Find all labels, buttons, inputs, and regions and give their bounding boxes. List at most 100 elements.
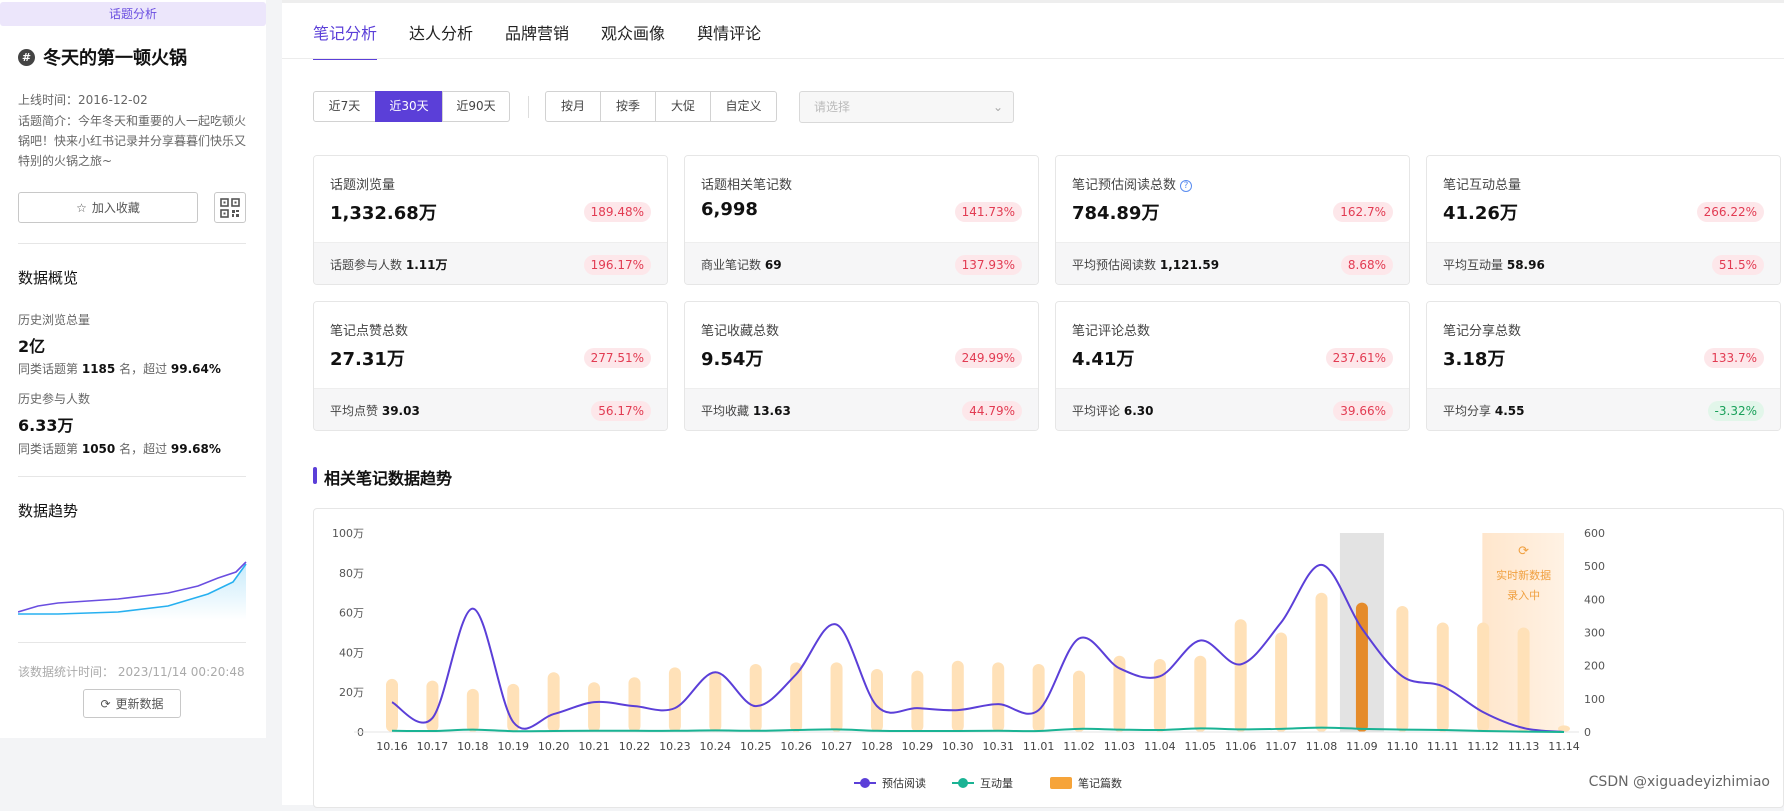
watermark: CSDN @xiguadeyizhimiao: [1588, 774, 1770, 790]
hist-views-label: 历史浏览总量: [18, 313, 91, 327]
bar-note-count: [1113, 655, 1126, 732]
x-axis-tick: 10.27: [821, 740, 853, 753]
metric-card: 话题浏览量 1,332.68万 189.48% 话题参与人数 1.11万 196.17%: [313, 155, 668, 285]
hashtag-icon: #: [18, 48, 35, 66]
legend-label: 预估阅读: [882, 776, 926, 790]
x-axis-tick: 11.13: [1508, 740, 1540, 753]
x-axis-tick: 10.22: [619, 740, 651, 753]
metric-card-top: 笔记评论总数 4.41万 237.61%: [1056, 302, 1409, 388]
section-title: 相关笔记数据趋势: [313, 465, 452, 489]
legend-marker: [860, 778, 870, 788]
select-placeholder: 请选择: [814, 100, 851, 114]
sub-metric-change-badge: 137.93%: [954, 255, 1022, 275]
metric-card-top: 话题浏览量 1,332.68万 189.48%: [314, 156, 667, 242]
add-favorite-button[interactable]: ☆ 加入收藏: [18, 192, 198, 223]
qr-code-button[interactable]: [214, 192, 246, 223]
divider: [18, 476, 246, 477]
left-axis-tick: 100万: [332, 527, 364, 540]
x-axis-tick: 10.30: [942, 740, 974, 753]
metric-card-bottom: 平均互动量 58.96 51.5%: [1427, 242, 1780, 284]
overview-title: 数据概览: [18, 269, 79, 287]
refresh-data-button[interactable]: ⟳ 更新数据: [83, 689, 181, 718]
x-axis-tick: 11.03: [1104, 740, 1136, 753]
custom-range-button[interactable]: 自定义: [710, 91, 777, 122]
range-segment: 近7天 近30天 近90天: [313, 91, 510, 122]
divider: [18, 642, 246, 643]
range-30d-button[interactable]: 近30天: [375, 91, 443, 122]
metric-card-bottom: 平均分享 4.55 -3.32%: [1427, 388, 1780, 430]
sub-metric: 平均点赞 39.03: [330, 404, 420, 418]
line-interactions: [391, 726, 1565, 733]
metric-change-badge: 162.7%: [1333, 202, 1393, 222]
bar-note-count: [1315, 592, 1328, 732]
tab-public-opinion[interactable]: 舆情评论: [697, 20, 761, 60]
sub-metric-change-badge: 51.5%: [1711, 255, 1764, 275]
promotion-button[interactable]: 大促: [655, 91, 711, 122]
x-axis-tick: 11.14: [1548, 740, 1580, 753]
tab-note-analysis[interactable]: 笔记分析: [313, 20, 378, 60]
stat-time: 该数据统计时间： 2023/11/14 00:20:48: [18, 665, 245, 679]
x-axis-tick: 11.01: [1023, 740, 1054, 753]
right-axis-tick: 100: [1584, 693, 1605, 706]
bar-note-count: [1073, 670, 1086, 732]
legend-label: 互动量: [980, 777, 1013, 790]
left-axis-tick: 20万: [339, 686, 364, 699]
topic-sidebar: 话题分析 # 冬天的第一顿火锅 上线时间：2016-12-02 话题简介：今年冬…: [0, 0, 266, 738]
x-axis-tick: 10.17: [417, 740, 449, 753]
add-favorite-label: 加入收藏: [91, 201, 140, 215]
help-icon[interactable]: ?: [1180, 180, 1193, 192]
x-axis-tick: 10.24: [700, 740, 732, 753]
sub-metric: 平均收藏 13.63: [701, 404, 791, 418]
metric-card-top: 笔记点赞总数 27.31万 277.51%: [314, 302, 667, 388]
topic-analysis-tag: 话题分析: [0, 2, 266, 26]
bar-note-count: [1396, 605, 1409, 732]
filter-divider: [528, 96, 529, 118]
sub-metric-change-badge: 196.17%: [583, 255, 651, 275]
tab-kol-analysis[interactable]: 达人分析: [409, 20, 473, 60]
bar-note-count: [951, 660, 964, 732]
legend-marker: [958, 778, 968, 788]
bar-note-count: [1234, 619, 1247, 732]
bar-note-count: [1275, 632, 1288, 732]
tab-audience-profile[interactable]: 观众画像: [601, 20, 665, 60]
range-90d-button[interactable]: 近90天: [442, 91, 510, 122]
sub-metric: 话题参与人数 1.11万: [330, 258, 448, 272]
right-axis-tick: 0: [1584, 726, 1591, 739]
metric-card-bottom: 平均收藏 13.63 44.79%: [685, 388, 1038, 430]
hist-people-label: 历史参与人数: [18, 392, 91, 406]
metric-card-top: 笔记收藏总数 9.54万 249.99%: [685, 302, 1038, 388]
trend-chart: ⟳实时新数据录入中020万40万60万80万100万01002003004005…: [332, 527, 1605, 790]
bar-note-count: [992, 662, 1005, 732]
realtime-note: 实时新数据: [1496, 568, 1551, 582]
x-axis-tick: 10.28: [861, 740, 893, 753]
metric-change-badge: 133.7%: [1704, 348, 1764, 368]
bar-note-count: [547, 672, 560, 732]
bar-note-count: [466, 688, 479, 732]
bar-note-count: [1436, 622, 1449, 732]
bar-note-count: [1153, 659, 1166, 732]
hist-people-rank: 同类话题第 1050 名，超过 99.68%: [18, 442, 221, 456]
x-axis-tick: 11.07: [1265, 740, 1297, 753]
metric-card-bottom: 话题参与人数 1.11万 196.17%: [314, 242, 667, 284]
bar-note-count: [709, 672, 722, 732]
metric-label: 笔记评论总数: [1072, 324, 1151, 339]
tab-brand-marketing[interactable]: 品牌营销: [505, 20, 569, 60]
x-axis-tick: 10.16: [376, 740, 408, 753]
metric-card-top: 笔记预估阅读总数? 784.89万 162.7%: [1056, 156, 1409, 242]
by-quarter-button[interactable]: 按季: [600, 91, 656, 122]
metric-card: 笔记点赞总数 27.31万 277.51% 平均点赞 39.03 56.17%: [313, 301, 668, 431]
right-axis-tick: 600: [1584, 527, 1605, 540]
metric-card: 笔记评论总数 4.41万 237.61% 平均评论 6.30 39.66%: [1055, 301, 1410, 431]
tabs-divider: [282, 58, 1784, 59]
sub-metric: 平均互动量 58.96: [1443, 258, 1545, 272]
main-panel: 笔记分析 达人分析 品牌营销 观众画像 舆情评论 近7天 近30天 近90天 按…: [282, 0, 1784, 808]
period-select[interactable]: 请选择 ⌄: [799, 91, 1014, 123]
x-axis-tick: 10.18: [457, 740, 489, 753]
refresh-icon: ⟳: [100, 696, 111, 711]
bar-note-count: [507, 683, 520, 732]
x-axis-tick: 11.05: [1185, 740, 1217, 753]
legend-marker: [1050, 777, 1072, 789]
metric-change-badge: 249.99%: [954, 348, 1022, 368]
range-7d-button[interactable]: 近7天: [313, 91, 376, 122]
by-month-button[interactable]: 按月: [545, 91, 601, 122]
